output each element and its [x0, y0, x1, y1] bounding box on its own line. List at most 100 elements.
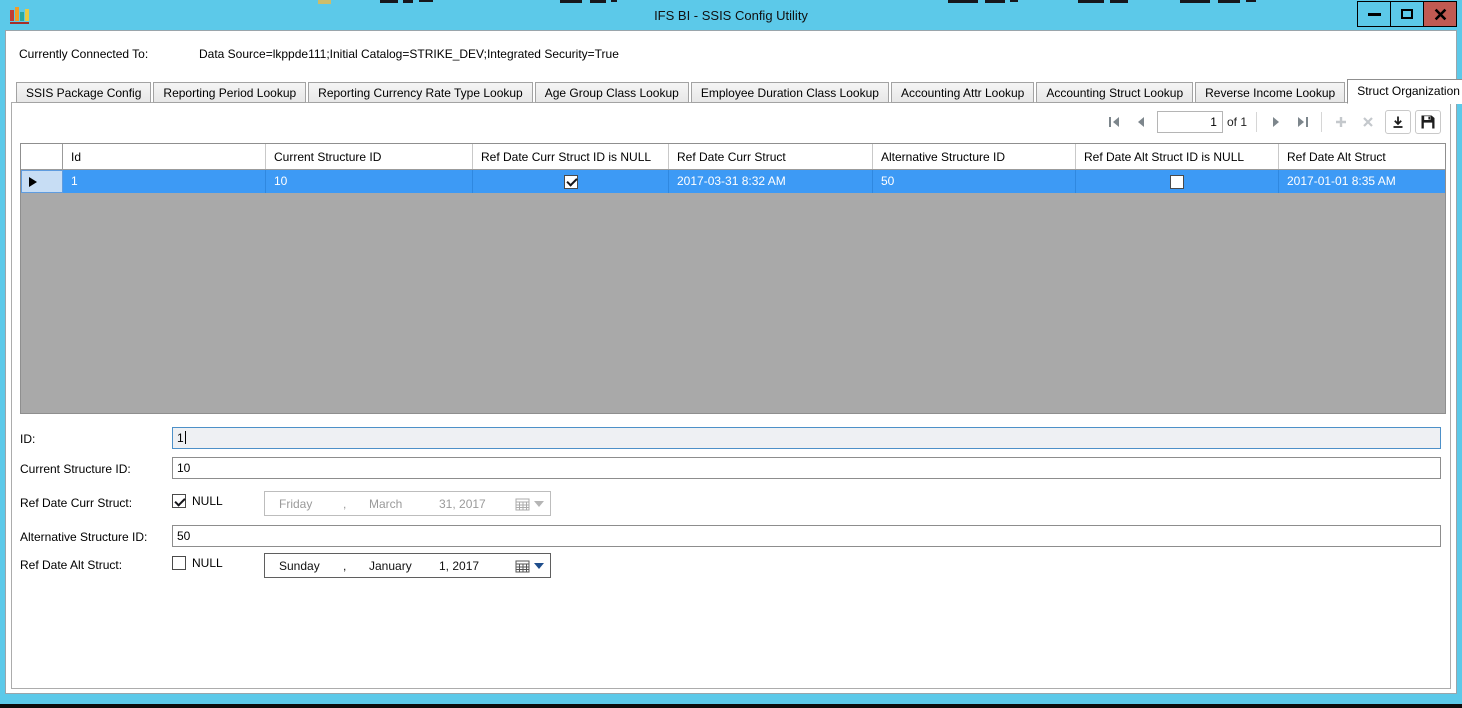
ref-date-curr-null-form-checkbox[interactable]: [172, 494, 186, 508]
calendar-icon: [515, 559, 530, 573]
cell-ref-date-curr-null[interactable]: [473, 170, 669, 193]
move-last-icon: [1295, 114, 1311, 130]
tab-accounting-attr-lookup[interactable]: Accounting Attr Lookup: [891, 82, 1034, 103]
form-row-current-structure-id: Current Structure ID: 10: [12, 457, 1450, 483]
record-count-label: of 1: [1227, 115, 1247, 129]
tab-strip: SSIS Package Config Reporting Period Loo…: [16, 78, 1462, 103]
maximize-button[interactable]: [1390, 1, 1424, 27]
add-new-button[interactable]: [1328, 110, 1354, 134]
tab-reverse-income-lookup[interactable]: Reverse Income Lookup: [1195, 82, 1345, 103]
minimize-button[interactable]: [1357, 1, 1391, 27]
form-row-ref-date-alt-struct: Ref Date Alt Struct: NULL Sunday , Janua…: [12, 553, 1450, 579]
column-header-ref-date-alt-struct[interactable]: Ref Date Alt Struct: [1279, 144, 1445, 169]
save-button[interactable]: [1415, 110, 1441, 134]
plus-icon: [1333, 114, 1349, 130]
current-structure-id-input[interactable]: 10: [172, 457, 1441, 479]
cell-ref-date-alt-null[interactable]: [1076, 170, 1279, 193]
save-floppy-icon: [1420, 114, 1436, 130]
datepicker-dropdown-button: [515, 497, 544, 511]
ref-date-curr-null-checkbox[interactable]: [564, 175, 578, 189]
toolbar-separator: [1321, 112, 1322, 132]
move-last-button[interactable]: [1290, 110, 1316, 134]
tab-accounting-struct-lookup[interactable]: Accounting Struct Lookup: [1036, 82, 1193, 103]
ref-date-alt-null-checkbox[interactable]: [1170, 175, 1184, 189]
move-previous-button[interactable]: [1128, 110, 1154, 134]
cell-id[interactable]: 1: [63, 170, 266, 193]
window-title: IFS BI - SSIS Config Utility: [0, 8, 1462, 23]
text-caret: [185, 431, 186, 444]
titlebar[interactable]: IFS BI - SSIS Config Utility: [0, 0, 1462, 30]
cell-ref-date-curr-struct[interactable]: 2017-03-31 8:32 AM: [669, 170, 873, 193]
toolbar-separator: [1256, 112, 1257, 132]
record-position-input[interactable]: 1: [1157, 111, 1223, 133]
cell-current-structure-id[interactable]: 10: [266, 170, 473, 193]
grid-row-1[interactable]: 1 10 2017-03-31 8:32 AM 50 2017-01-01 8:…: [21, 170, 1445, 193]
picker-month: March: [369, 497, 439, 511]
minimize-icon: [1368, 13, 1381, 16]
app-window: IFS BI - SSIS Config Utility Currently C…: [0, 0, 1462, 708]
screen-bottom-edge: [0, 704, 1462, 708]
tab-ssis-package-config[interactable]: SSIS Package Config: [16, 82, 151, 103]
window-body: Currently Connected To: Data Source=lkpp…: [5, 30, 1457, 694]
cell-ref-date-alt-struct[interactable]: 2017-01-01 8:35 AM: [1279, 170, 1445, 193]
null-checkbox-label: NULL: [192, 556, 223, 570]
ref-date-alt-null-form-checkbox[interactable]: [172, 556, 186, 570]
data-grid: Id Current Structure ID Ref Date Curr St…: [20, 143, 1446, 414]
ref-date-alt-struct-datepicker[interactable]: Sunday , January 1, 2017: [264, 553, 551, 578]
connection-string: Data Source=lkppde111;Initial Catalog=ST…: [199, 47, 619, 61]
move-next-icon: [1268, 114, 1284, 130]
maximize-icon: [1401, 9, 1413, 19]
grid-header-row: Id Current Structure ID Ref Date Curr St…: [21, 144, 1445, 170]
move-first-icon: [1106, 114, 1122, 130]
tab-page-struct-organization-lookup: 1 of 1: [11, 102, 1451, 689]
tab-struct-organization-lookup[interactable]: Struct Organization Lookup: [1347, 79, 1462, 104]
delete-button[interactable]: [1355, 110, 1381, 134]
cell-alternative-structure-id[interactable]: 50: [873, 170, 1076, 193]
refresh-data-button[interactable]: [1385, 110, 1411, 134]
chevron-down-icon: [534, 501, 544, 507]
form-row-alternative-structure-id: Alternative Structure ID: 50: [12, 525, 1450, 551]
background-window-artifacts: [0, 0, 1462, 4]
column-header-current-structure-id[interactable]: Current Structure ID: [266, 144, 473, 169]
form-row-ref-date-curr-struct: Ref Date Curr Struct: NULL Friday , Marc…: [12, 491, 1450, 517]
picker-comma: ,: [343, 497, 369, 511]
row-header-cell[interactable]: [21, 170, 63, 193]
move-previous-icon: [1133, 114, 1149, 130]
column-header-alternative-structure-id[interactable]: Alternative Structure ID: [873, 144, 1076, 169]
current-structure-id-label: Current Structure ID:: [20, 462, 131, 476]
picker-day-year: 1, 2017: [439, 559, 479, 573]
picker-weekday: Sunday: [279, 559, 343, 573]
column-header-ref-date-curr-struct[interactable]: Ref Date Curr Struct: [669, 144, 873, 169]
datepicker-dropdown-button[interactable]: [515, 559, 544, 573]
picker-month: January: [369, 559, 439, 573]
grid-corner-stub[interactable]: [21, 144, 63, 169]
id-value: 1: [177, 431, 184, 445]
id-label: ID:: [20, 432, 35, 446]
tab-age-group-class-lookup[interactable]: Age Group Class Lookup: [535, 82, 689, 103]
column-header-ref-date-curr-struct-id-is-null[interactable]: Ref Date Curr Struct ID is NULL: [473, 144, 669, 169]
current-row-arrow-icon: [29, 177, 37, 187]
picker-comma: ,: [343, 559, 369, 573]
tab-reporting-currency-rate-type-lookup[interactable]: Reporting Currency Rate Type Lookup: [308, 82, 533, 103]
tab-employee-duration-class-lookup[interactable]: Employee Duration Class Lookup: [691, 82, 889, 103]
close-button[interactable]: [1423, 1, 1457, 27]
null-checkbox-label: NULL: [192, 494, 223, 508]
ref-date-curr-struct-label: Ref Date Curr Struct:: [20, 496, 132, 510]
id-input[interactable]: 1: [172, 427, 1441, 449]
ref-date-curr-struct-datepicker: Friday , March 31, 2017: [264, 491, 551, 516]
record-navigator-toolbar: 1 of 1: [1100, 108, 1441, 136]
alternative-structure-id-label: Alternative Structure ID:: [20, 530, 147, 544]
close-icon: [1434, 8, 1447, 21]
column-header-ref-date-alt-struct-id-is-null[interactable]: Ref Date Alt Struct ID is NULL: [1076, 144, 1279, 169]
tab-reporting-period-lookup[interactable]: Reporting Period Lookup: [153, 82, 306, 103]
picker-day-year: 31, 2017: [439, 497, 486, 511]
connection-label: Currently Connected To:: [19, 47, 148, 61]
move-next-button[interactable]: [1263, 110, 1289, 134]
delete-x-icon: [1360, 114, 1376, 130]
form-row-id: ID: 1: [12, 427, 1450, 453]
alternative-structure-id-input[interactable]: 50: [172, 525, 1441, 547]
chevron-down-icon: [534, 563, 544, 569]
column-header-id[interactable]: Id: [63, 144, 266, 169]
move-first-button[interactable]: [1101, 110, 1127, 134]
bar-chart-app-icon: [10, 6, 30, 24]
